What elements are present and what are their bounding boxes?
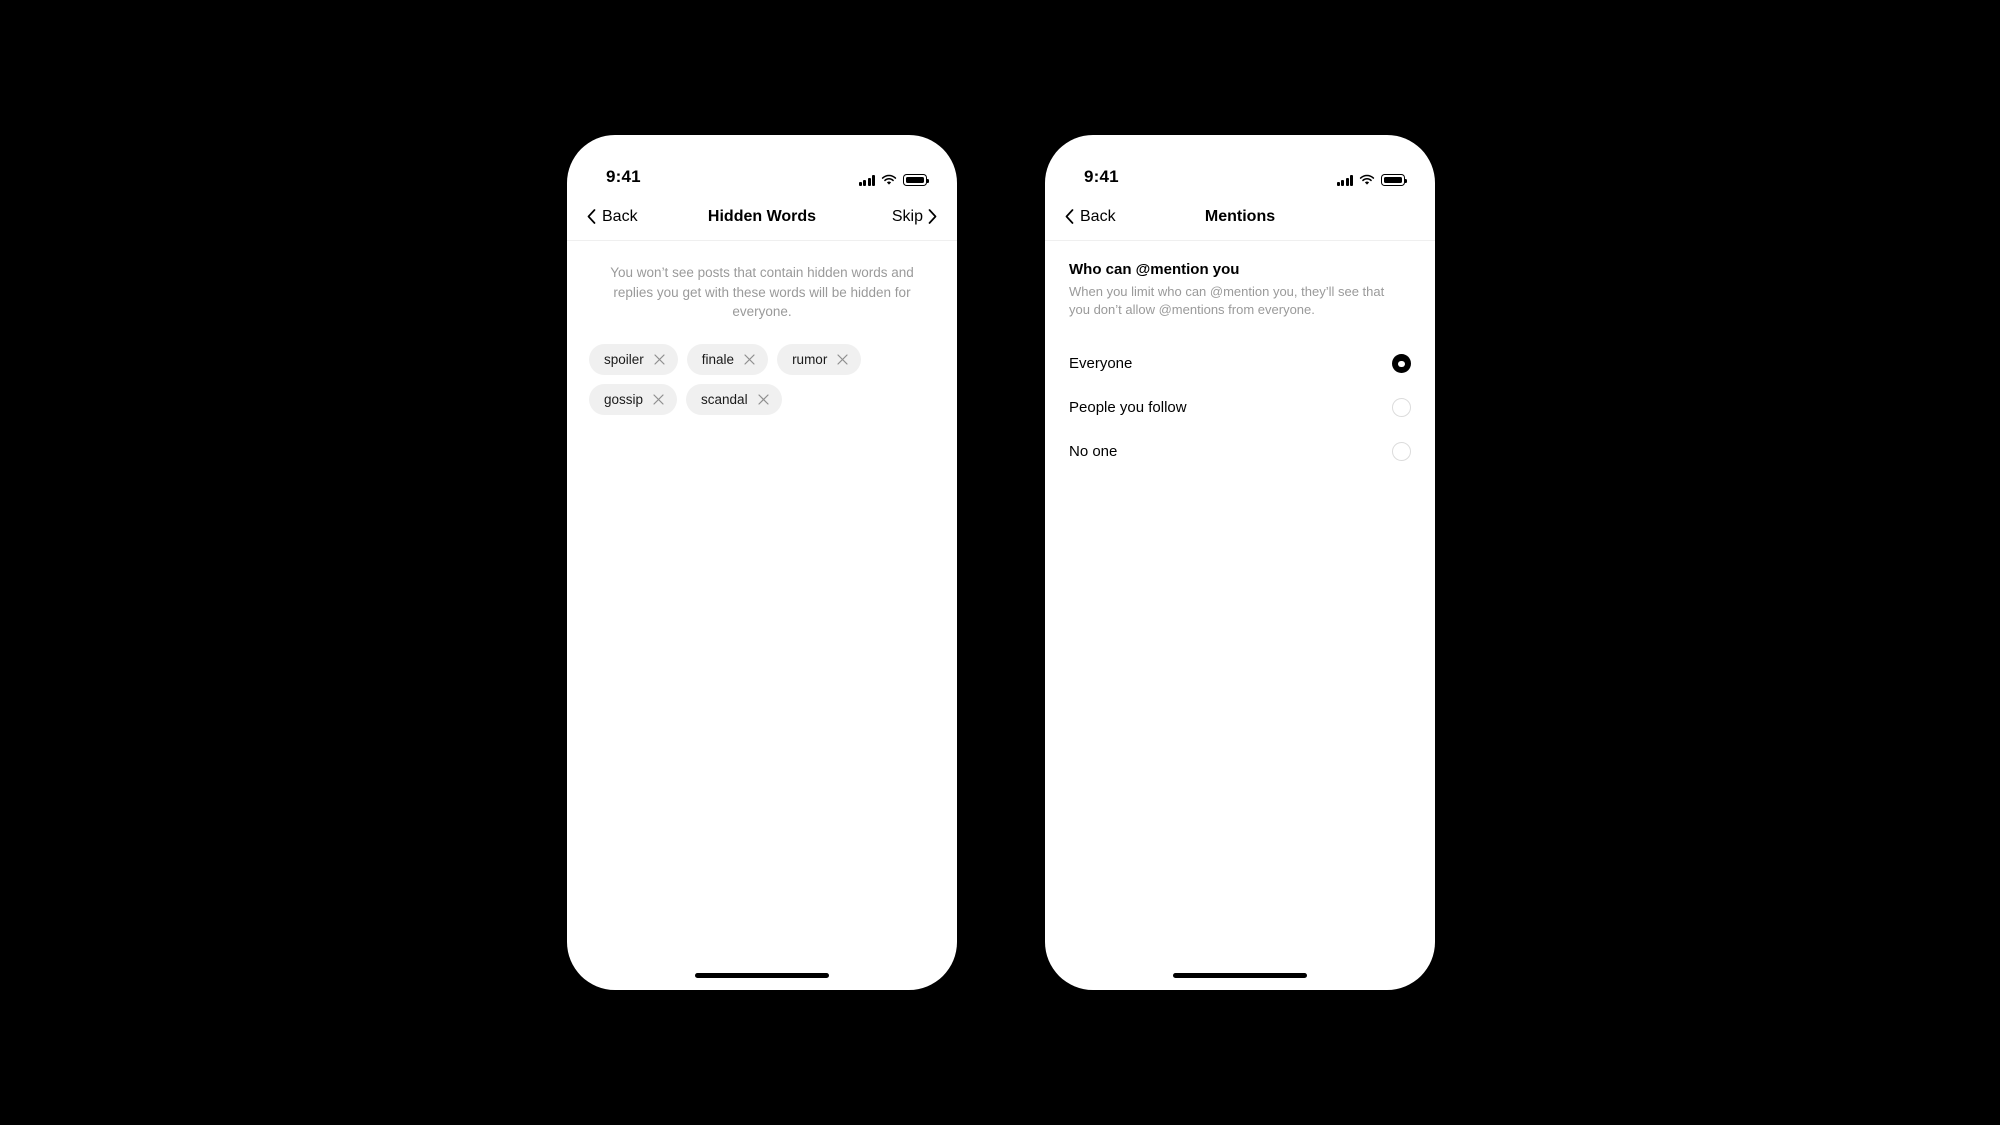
status-bar: 9:41 bbox=[1045, 135, 1435, 193]
home-indicator[interactable] bbox=[1045, 960, 1435, 990]
hidden-word-chip-label: finale bbox=[701, 351, 735, 367]
mentions-option-label: Everyone bbox=[1069, 355, 1133, 373]
home-indicator-bar bbox=[695, 972, 829, 978]
status-time: 9:41 bbox=[606, 167, 641, 186]
skip-button[interactable]: Skip bbox=[891, 207, 937, 225]
back-button-label: Back bbox=[602, 207, 638, 225]
wifi-icon bbox=[1359, 174, 1375, 185]
cellular-bars-icon bbox=[1336, 175, 1353, 186]
chevron-left-icon bbox=[587, 209, 596, 224]
close-x-icon[interactable] bbox=[653, 394, 664, 405]
skip-button-label: Skip bbox=[891, 207, 923, 225]
battery-full-icon bbox=[1381, 174, 1408, 186]
wifi-icon bbox=[881, 174, 897, 185]
close-x-icon[interactable] bbox=[744, 354, 755, 365]
mentions-option-everyone[interactable]: Everyone bbox=[1045, 342, 1435, 386]
back-button-label: Back bbox=[1080, 207, 1116, 225]
mentions-option-label: People you follow bbox=[1069, 399, 1187, 417]
radio-button[interactable] bbox=[1392, 442, 1411, 462]
hidden-word-chip-label: rumor bbox=[792, 351, 828, 367]
hidden-words-body: You won’t see posts that contain hidden … bbox=[567, 241, 957, 960]
mentions-body: Who can @mention you When you limit who … bbox=[1045, 241, 1435, 960]
hidden-word-chip-label: spoiler bbox=[604, 351, 644, 367]
home-indicator[interactable] bbox=[567, 960, 957, 990]
home-indicator-bar bbox=[1173, 972, 1307, 978]
cellular-bars-icon bbox=[858, 175, 875, 186]
status-icons bbox=[858, 174, 930, 186]
status-time: 9:41 bbox=[1084, 167, 1119, 186]
hidden-words-chip-list: spoiler finale rumor gossip scandal bbox=[567, 322, 957, 415]
phone-mockup-hidden-words: 9:41 Back Hidden Words Skip You won’t se… bbox=[567, 135, 957, 990]
back-button[interactable]: Back bbox=[587, 207, 638, 225]
mentions-options-list: Everyone People you follow No one bbox=[1045, 342, 1435, 474]
back-button[interactable]: Back bbox=[1065, 207, 1116, 225]
mentions-section: Who can @mention you When you limit who … bbox=[1045, 241, 1435, 320]
section-heading: Who can @mention you bbox=[1069, 261, 1240, 278]
section-description: When you limit who can @mention you, the… bbox=[1069, 284, 1385, 318]
hidden-word-chip-label: gossip bbox=[604, 391, 644, 407]
nav-bar: Back Mentions bbox=[1045, 193, 1435, 241]
mentions-option-people-you-follow[interactable]: People you follow bbox=[1045, 386, 1435, 430]
hidden-word-chip-label: scandal bbox=[701, 391, 748, 407]
hidden-word-chip[interactable]: gossip bbox=[589, 383, 678, 415]
status-bar: 9:41 bbox=[567, 135, 957, 193]
battery-full-icon bbox=[903, 174, 930, 186]
hidden-word-chip[interactable]: scandal bbox=[686, 383, 782, 415]
hidden-word-chip[interactable]: spoiler bbox=[589, 343, 678, 375]
close-x-icon[interactable] bbox=[757, 394, 769, 405]
close-x-icon[interactable] bbox=[654, 354, 665, 365]
radio-button-selected[interactable] bbox=[1392, 354, 1411, 374]
close-x-icon[interactable] bbox=[837, 354, 848, 365]
chevron-right-icon bbox=[928, 209, 937, 224]
mentions-option-label: No one bbox=[1069, 443, 1118, 461]
hidden-word-chip[interactable]: rumor bbox=[777, 343, 862, 375]
nav-bar: Back Hidden Words Skip bbox=[567, 193, 957, 241]
phone-mockup-mentions: 9:41 Back Mentions Who can @mention you … bbox=[1045, 135, 1435, 990]
hidden-words-description: You won’t see posts that contain hidden … bbox=[610, 265, 914, 320]
chevron-left-icon bbox=[1065, 209, 1074, 224]
screen-canvas: 9:41 Back Hidden Words Skip You won’t se… bbox=[0, 0, 2000, 1125]
radio-button[interactable] bbox=[1392, 398, 1411, 418]
mentions-option-no-one[interactable]: No one bbox=[1045, 430, 1435, 474]
hidden-word-chip[interactable]: finale bbox=[686, 343, 769, 375]
status-icons bbox=[1336, 174, 1408, 186]
